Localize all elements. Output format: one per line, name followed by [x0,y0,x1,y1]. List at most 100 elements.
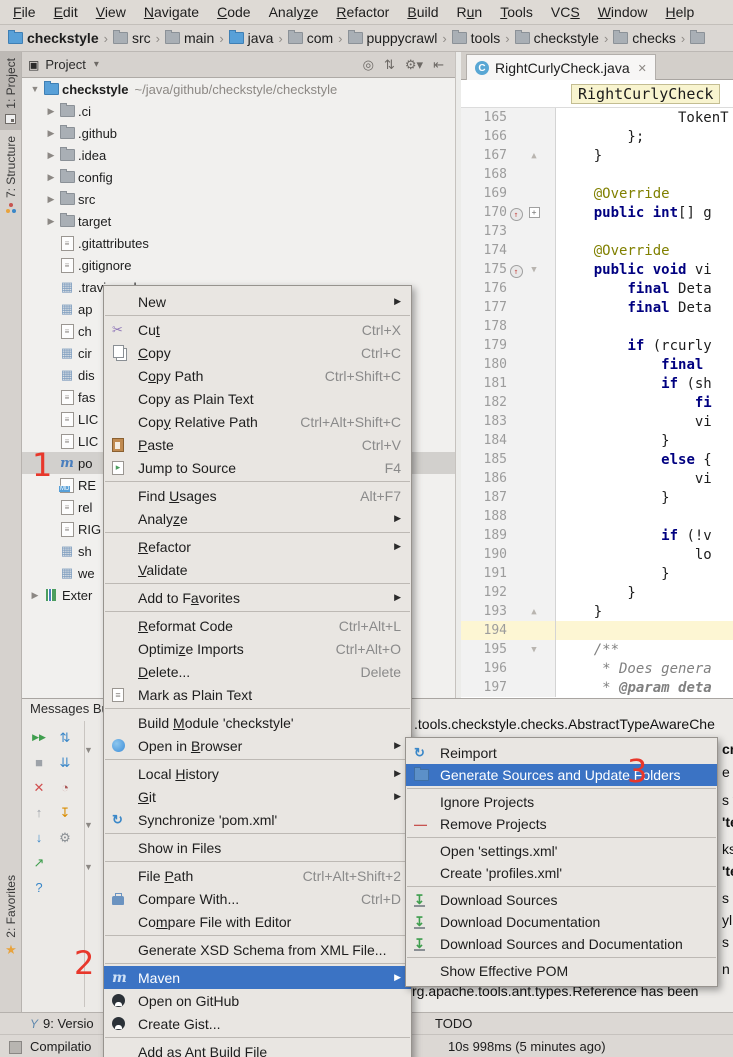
menu-item-open-settings-xml[interactable]: Open 'settings.xml' [406,840,717,862]
chevron-closed-icon[interactable]: ▶ [44,150,58,161]
menubar-item-edit[interactable]: Edit [45,4,87,20]
menubar-item-window[interactable]: Window [589,4,657,20]
menu-item-download-sources[interactable]: ↧Download Sources [406,889,717,911]
breadcrumb-item-java[interactable]: java [227,30,276,46]
menu-item-copy-relative-path[interactable]: Copy Relative PathCtrl+Alt+Shift+C [104,410,411,433]
menu-item-new[interactable]: New▶ [104,290,411,313]
tab-close-icon[interactable]: ✕ [638,62,647,75]
rerun-icon[interactable]: ▶▶ [26,725,52,750]
menu-item-git[interactable]: Git▶ [104,785,411,808]
fold-expand-icon[interactable]: + [529,207,540,218]
menu-item-open-on-github[interactable]: Open on GitHub [104,989,411,1012]
tool-stripe-favorites[interactable]: 2: Favorites ★ [4,869,18,964]
settings-icon[interactable]: ⚙ [52,825,78,850]
stop-icon[interactable]: ■ [26,750,52,775]
breadcrumb-item-checks[interactable]: checks [611,30,678,46]
collapse-all-icon[interactable]: ⇅ [379,57,400,72]
override-method-icon[interactable]: ↑ [510,208,523,221]
menu-item-optimize-imports[interactable]: Optimize ImportsCtrl+Alt+O [104,637,411,660]
collapse-all-icon[interactable]: ⇊ [52,750,78,775]
menu-item-reimport[interactable]: ↻Reimport [406,742,717,764]
menu-item-add-to-favorites[interactable]: Add to Favorites▶ [104,586,411,609]
menu-item-show-in-files[interactable]: Show in Files [104,836,411,859]
fold-down-icon[interactable]: ▼ [531,265,536,275]
menu-item-compare-with[interactable]: Compare With...Ctrl+D [104,887,411,910]
menu-item-mark-as-plain-text[interactable]: Mark as Plain Text [104,683,411,706]
fold-down-icon[interactable]: ▼ [531,645,536,655]
breadcrumb-item-main[interactable]: main [163,30,216,46]
down-icon[interactable]: ↓ [26,825,52,850]
close-icon[interactable]: ✕ [26,775,52,800]
menu-item-find-usages[interactable]: Find UsagesAlt+F7 [104,484,411,507]
chevron-closed-icon[interactable]: ▶ [44,216,58,227]
tool-stripe-project[interactable]: 1: Project [0,52,21,130]
tree-item-idea[interactable]: ▶.idea [22,144,455,166]
override-method-icon[interactable]: ↑ [510,265,523,278]
menubar-item-navigate[interactable]: Navigate [135,4,208,20]
menubar-item-analyze[interactable]: Analyze [260,4,328,20]
breadcrumb-item-puppycrawl[interactable]: puppycrawl [346,30,440,46]
breadcrumb-item-com[interactable]: com [286,30,335,46]
locate-icon[interactable]: ◎ [358,57,379,72]
settings-icon[interactable]: ⚙▾ [400,57,428,72]
tree-item-checkstyle[interactable]: ▼checkstyle~/java/github/checkstyle/chec… [22,78,455,100]
menubar-item-help[interactable]: Help [657,4,704,20]
breadcrumb-item-checkstyle[interactable]: checkstyle [513,30,601,46]
menu-item-generate-xsd-schema-from-xml-file[interactable]: Generate XSD Schema from XML File... [104,938,411,961]
fold-up-icon[interactable]: ▲ [531,607,536,617]
breadcrumb-item[interactable] [688,32,707,44]
menubar-item-file[interactable]: File [4,4,45,20]
menu-item-generate-sources-and-update-folders[interactable]: Generate Sources and Update Folders [406,764,717,786]
menu-item-build-module-checkstyle[interactable]: Build Module 'checkstyle' [104,711,411,734]
menubar-item-refactor[interactable]: Refactor [327,4,398,20]
chevron-closed-icon[interactable]: ▶ [44,172,58,183]
menubar-item-run[interactable]: Run [448,4,492,20]
menu-item-ignore-projects[interactable]: Ignore Projects [406,791,717,813]
menubar-item-code[interactable]: Code [208,4,259,20]
tree-item-src[interactable]: ▶src [22,188,455,210]
version-control-tab[interactable]: Y 9: Versio [30,1016,94,1031]
menu-item-copy-as-plain-text[interactable]: Copy as Plain Text [104,387,411,410]
breadcrumb-item-tools[interactable]: tools [450,30,503,46]
breadcrumb-item-src[interactable]: src [111,30,153,46]
up-icon[interactable]: ↑ [26,800,52,825]
export-icon[interactable]: ↗ [26,850,52,875]
tree-collapsed-arrow-icon[interactable]: ▼ [84,745,93,755]
tree-collapsed-arrow-icon[interactable]: ▼ [84,862,93,872]
tree-item-gitattributes[interactable]: ≡.gitattributes [22,232,455,254]
chevron-closed-icon[interactable]: ▶ [28,590,42,601]
menu-item-paste[interactable]: PasteCtrl+V [104,433,411,456]
menu-item-cut[interactable]: ✂CutCtrl+X [104,318,411,341]
tree-item-gitignore[interactable]: ≡.gitignore [22,254,455,276]
tree-collapsed-arrow-icon[interactable]: ▼ [84,820,93,830]
menu-item-show-effective-pom[interactable]: Show Effective POM [406,960,717,982]
tree-item-ci[interactable]: ▶.ci [22,100,455,122]
menu-item-copy-path[interactable]: Copy PathCtrl+Shift+C [104,364,411,387]
menu-item-create-gist[interactable]: Create Gist... [104,1012,411,1035]
project-view-dropdown-icon[interactable]: ▾ [94,59,99,70]
tree-item-target[interactable]: ▶target [22,210,455,232]
menu-item-jump-to-source[interactable]: Jump to SourceF4 [104,456,411,479]
tree-item-github[interactable]: ▶.github [22,122,455,144]
menu-item-delete[interactable]: Delete...Delete [104,660,411,683]
breadcrumb-item-checkstyle[interactable]: checkstyle [6,30,101,46]
menu-item-file-path[interactable]: File PathCtrl+Alt+Shift+2 [104,864,411,887]
editor-tab[interactable]: C RightCurlyCheck.java ✕ [466,54,656,81]
suspend-icon[interactable]: ◔ [52,775,78,800]
menu-item-local-history[interactable]: Local History▶ [104,762,411,785]
menubar-item-tools[interactable]: Tools [491,4,542,20]
menu-item-open-in-browser[interactable]: Open in Browser▶ [104,734,411,757]
menubar-item-vcs[interactable]: VCS [542,4,589,20]
menu-item-download-documentation[interactable]: ↧Download Documentation [406,911,717,933]
fold-up-icon[interactable]: ▲ [531,151,536,161]
menubar-item-view[interactable]: View [87,4,135,20]
menu-item-compare-file-with-editor[interactable]: Compare File with Editor [104,910,411,933]
hide-icon[interactable]: ⇤ [428,57,449,72]
menubar-item-build[interactable]: Build [398,4,447,20]
menu-item-create-profiles-xml[interactable]: Create 'profiles.xml' [406,862,717,884]
menu-item-download-sources-and-documentation[interactable]: ↧Download Sources and Documentation [406,933,717,955]
help-icon[interactable]: ? [26,875,52,900]
todo-tab[interactable]: TODO [435,1016,472,1031]
menu-item-refactor[interactable]: Refactor▶ [104,535,411,558]
expand-all-icon[interactable]: ⇅ [52,725,78,750]
